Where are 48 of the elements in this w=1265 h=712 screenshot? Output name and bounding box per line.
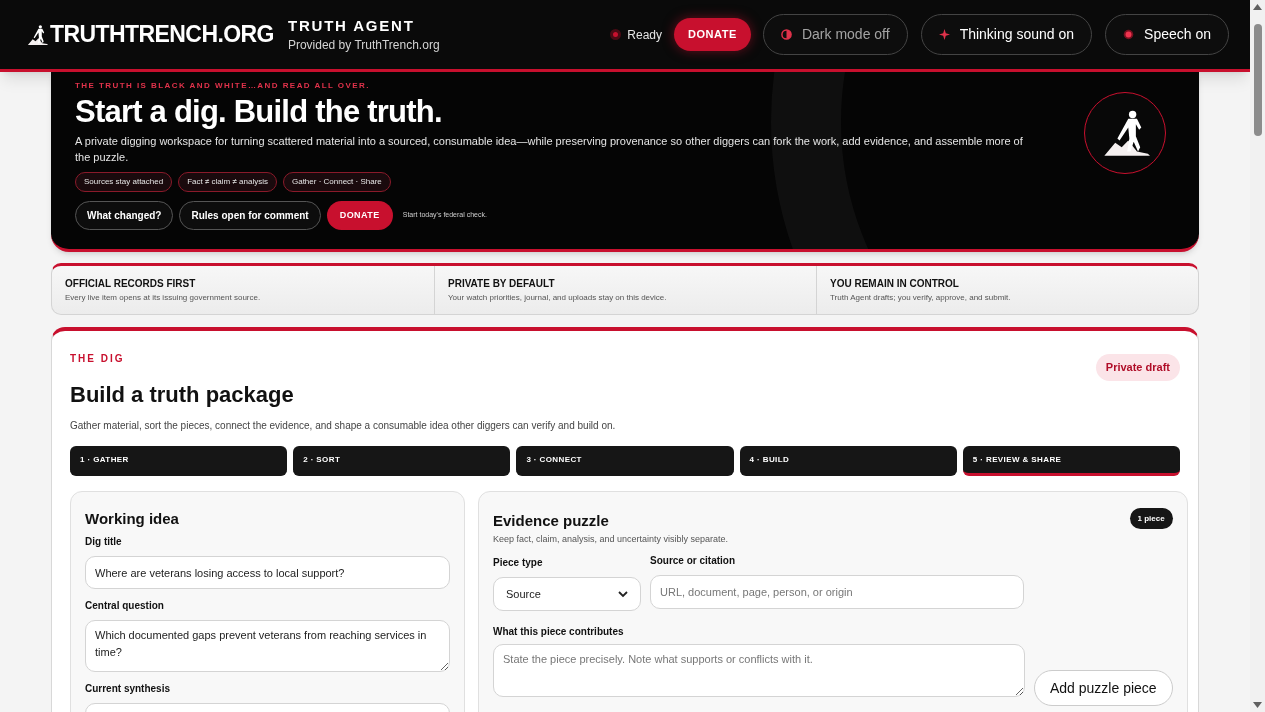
hero-kicker: THE TRUTH IS BLACK AND WHITE…AND READ ALL OVER. xyxy=(75,80,371,92)
status-label: Ready xyxy=(627,26,662,44)
section-title: Build a truth package xyxy=(70,381,294,409)
hero-title: Start a dig. Build the truth. xyxy=(75,93,443,131)
text-field[interactable]: Where are veterans losing access to local support? xyxy=(85,556,450,589)
feature-text: Truth Agent drafts; you verify, approve, and submit. xyxy=(830,291,1012,304)
donate-button[interactable]: DONATE xyxy=(326,201,393,230)
field-label: Dig title xyxy=(85,535,123,549)
step-tab[interactable]: 3 · CONNECT xyxy=(516,446,734,476)
panel-title: Working idea xyxy=(85,509,180,529)
count-badge: 1 piece xyxy=(1129,508,1173,529)
feature-title: YOU REMAIN IN CONTROL xyxy=(830,276,960,291)
step-tab[interactable]: 1 · GATHER xyxy=(70,446,288,476)
speech-toggle[interactable]: Speech on xyxy=(1105,14,1229,55)
field-label: Source or citation xyxy=(650,554,736,568)
field-label: What this piece contributes xyxy=(493,625,625,639)
panel-title: Evidence puzzle xyxy=(493,511,609,531)
feature-title: OFFICIAL RECORDS FIRST xyxy=(65,276,197,291)
theme-toggle[interactable]: Dark mode off xyxy=(762,14,908,55)
feature-title: PRIVATE BY DEFAULT xyxy=(448,276,556,291)
field-label: Piece type xyxy=(493,556,544,570)
feature-text: Every live item opens at its issuing government source. xyxy=(65,291,262,304)
contribution-field[interactable]: State the piece precisely. Note what supports or conflicts with it. xyxy=(493,644,1025,697)
section-description: Gather material, sort the pieces, connect the evidence, and shape a consumable idea other diggers can verify and build on. xyxy=(70,419,617,433)
hero-tag: Fact ≠ claim ≠ analysis xyxy=(178,172,277,192)
field-label: Current synthesis xyxy=(85,682,172,696)
hero-tag: Gather · Connect · Share xyxy=(282,172,391,192)
hero-tag: Sources stay attached xyxy=(75,172,173,192)
app-subtitle: Provided by TruthTrench.org xyxy=(287,36,440,54)
sound-toggle[interactable]: Thinking sound on xyxy=(920,14,1093,55)
donate-button[interactable]: DONATE xyxy=(674,18,751,51)
step-tab[interactable]: 2 · SORT xyxy=(293,446,511,476)
hero-description: A private digging workspace for turning scattered material into a sourced, consumable idea—while preserving provenance so other diggers can fork the work, add evidence, and assemble more of the puzzle. xyxy=(75,134,1024,165)
feature-text: Your watch priorities, journal, and uploads stay on this device. xyxy=(448,291,668,304)
panel-description: Keep fact, claim, analysis, and uncertainty visibly separate. xyxy=(493,533,730,546)
status-badge: Private draft xyxy=(1095,354,1180,381)
source-field[interactable]: URL, document, page, person, or origin xyxy=(650,575,1024,609)
field-label: Central question xyxy=(85,599,165,613)
logo-text: TRUTHTRENCH.ORG xyxy=(50,23,274,46)
section-kicker: THE DIG xyxy=(70,352,126,366)
hero-button[interactable]: What changed? xyxy=(75,201,174,230)
step-tab[interactable]: 4 · BUILD xyxy=(739,446,957,476)
app-title: TRUTH AGENT xyxy=(287,15,416,36)
piece-type-select[interactable]: Source xyxy=(493,577,641,611)
hero-button[interactable]: Rules open for comment xyxy=(179,201,321,230)
text-area[interactable]: Which documented gaps prevent veterans from reaching services in time? xyxy=(85,620,450,672)
step-tab[interactable]: 5 · REVIEW & SHARE xyxy=(962,446,1180,476)
add-piece-button[interactable]: Add puzzle piece xyxy=(1034,670,1173,706)
